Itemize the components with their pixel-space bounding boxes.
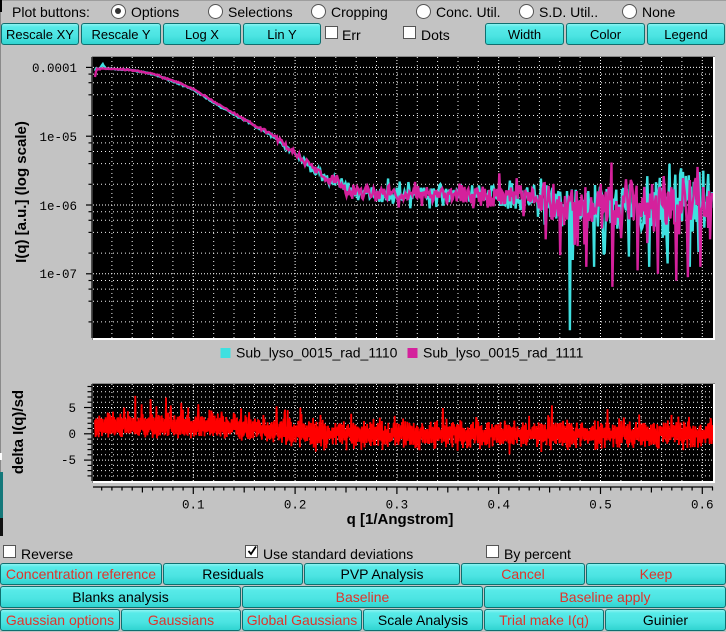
svg-text:q [1/Angstrom]: q [1/Angstrom]	[347, 511, 454, 528]
svg-text:5: 5	[68, 402, 76, 416]
svg-text:delta I(q)/sd: delta I(q)/sd	[10, 390, 27, 474]
svg-text:Sub_lyso_0015_rad_1111: Sub_lyso_0015_rad_1111	[423, 345, 584, 361]
svg-text:0.6: 0.6	[691, 499, 714, 513]
svg-text:0.4: 0.4	[487, 499, 510, 513]
svg-text:0.1: 0.1	[182, 499, 205, 513]
svg-text:Sub_lyso_0015_rad_1110: Sub_lyso_0015_rad_1110	[236, 345, 398, 361]
svg-text:0.2: 0.2	[284, 499, 307, 513]
svg-text:0.5: 0.5	[589, 499, 612, 513]
svg-text:1e-05: 1e-05	[39, 131, 77, 145]
svg-text:-5: -5	[61, 454, 76, 468]
svg-text:1e-07: 1e-07	[39, 268, 77, 282]
svg-text:1e-06: 1e-06	[39, 200, 77, 214]
svg-text:0.0001: 0.0001	[32, 62, 77, 76]
svg-text:0: 0	[68, 428, 76, 442]
svg-text:I(q) [a.u.] (log scale): I(q) [a.u.] (log scale)	[13, 121, 30, 263]
